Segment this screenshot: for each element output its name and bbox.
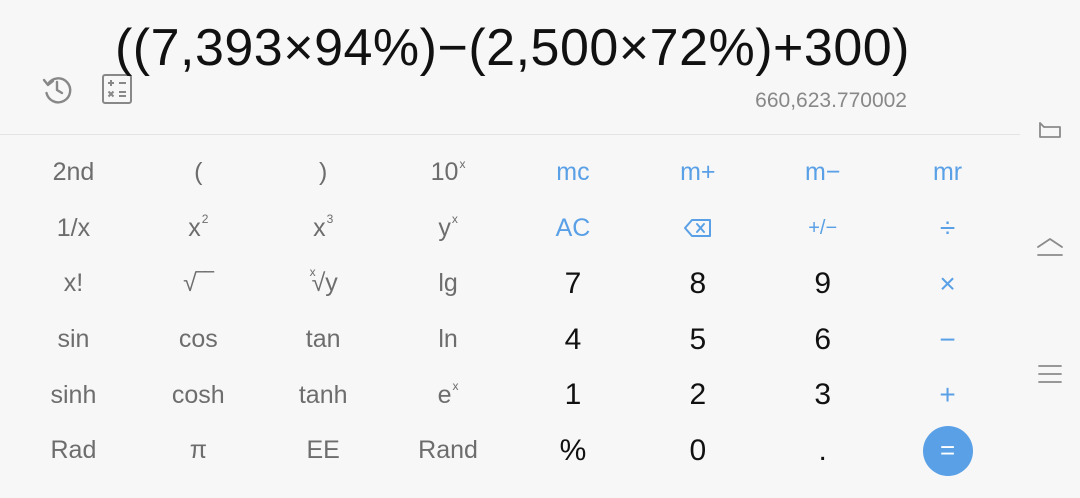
digit-7-button[interactable]: 7 [511, 256, 636, 312]
ee-button[interactable]: EE [261, 423, 386, 479]
exp-exponent: x [452, 379, 459, 394]
all-clear-button[interactable]: AC [511, 201, 636, 257]
memory-add-button[interactable]: m+ [635, 145, 760, 201]
multiply-button[interactable]: × [885, 256, 1010, 312]
history-icon [42, 77, 72, 104]
cube-base: x [313, 213, 326, 242]
ten-power-exponent: x [459, 156, 466, 171]
sin-button[interactable]: sin [11, 312, 136, 368]
display-panel: ((7,393×94%)−(2,500×72%)+300) 660,623.77… [0, 0, 1020, 135]
home-button[interactable] [1032, 230, 1068, 266]
sinh-button[interactable]: sinh [11, 367, 136, 423]
plus-button[interactable]: + [885, 367, 1010, 423]
ten-power-base: 10 [430, 158, 459, 187]
back-icon [1039, 122, 1061, 138]
menu-icon [1038, 365, 1062, 383]
digit-0-button[interactable]: 0 [635, 423, 760, 479]
digit-1-button[interactable]: 1 [511, 367, 636, 423]
backspace-icon [683, 219, 711, 238]
divide-button[interactable]: ÷ [885, 201, 1010, 257]
equals-label: = [922, 425, 973, 476]
keypad: 2nd ( ) 10 x mc m+ m− mr 1/x x2 x3 yx AC … [11, 145, 1010, 479]
plus-minus-button[interactable]: +/− [760, 201, 885, 257]
history-button[interactable] [40, 72, 74, 106]
square-button[interactable]: x2 [136, 201, 261, 257]
root-index: x [309, 264, 316, 279]
home-icon [1037, 238, 1063, 256]
ten-power-button[interactable]: 10 x [386, 145, 511, 201]
nth-root-button[interactable]: x √ y [261, 256, 386, 312]
digit-8-button[interactable]: 8 [635, 256, 760, 312]
second-function-button[interactable]: 2nd [11, 145, 136, 201]
power-exponent: x [451, 212, 458, 227]
memory-recall-button[interactable]: mr [885, 145, 1010, 201]
log10-button[interactable]: lg [386, 256, 511, 312]
expression-display: ((7,393×94%)−(2,500×72%)+300) [114, 19, 910, 77]
open-paren-button[interactable]: ( [136, 145, 261, 201]
square-root-button[interactable]: √‾‾ [136, 256, 261, 312]
backspace-button[interactable] [635, 201, 760, 257]
tanh-button[interactable]: tanh [261, 367, 386, 423]
system-navigation-bar [1020, 0, 1080, 498]
reciprocal-button[interactable]: 1/x [11, 201, 136, 257]
equals-button[interactable]: = [885, 423, 1010, 479]
random-button[interactable]: Rand [386, 423, 511, 479]
root-base: y [325, 269, 338, 298]
cube-exponent: 3 [326, 212, 334, 227]
decimal-point-button[interactable]: . [760, 423, 885, 479]
cube-button[interactable]: x3 [261, 201, 386, 257]
digit-9-button[interactable]: 9 [760, 256, 885, 312]
back-button[interactable] [1032, 112, 1068, 148]
power-button[interactable]: yx [386, 201, 511, 257]
minus-button[interactable]: − [885, 312, 1010, 368]
power-base: y [438, 213, 451, 242]
tan-button[interactable]: tan [261, 312, 386, 368]
rad-deg-toggle[interactable]: Rad [11, 423, 136, 479]
result-preview: 660,623.770002 [755, 89, 907, 112]
percent-button[interactable]: % [511, 423, 636, 479]
digit-6-button[interactable]: 6 [760, 312, 885, 368]
square-base: x [188, 213, 201, 242]
ln-button[interactable]: ln [386, 312, 511, 368]
exp-base: e [437, 380, 452, 409]
menu-button[interactable] [1032, 356, 1068, 392]
factorial-button[interactable]: x! [11, 256, 136, 312]
close-paren-button[interactable]: ) [261, 145, 386, 201]
digit-5-button[interactable]: 5 [635, 312, 760, 368]
digit-3-button[interactable]: 3 [760, 367, 885, 423]
memory-subtract-button[interactable]: m− [760, 145, 885, 201]
square-exponent: 2 [201, 212, 209, 227]
digit-2-button[interactable]: 2 [635, 367, 760, 423]
cos-button[interactable]: cos [136, 312, 261, 368]
cosh-button[interactable]: cosh [136, 367, 261, 423]
pi-button[interactable]: π [136, 423, 261, 479]
exp-button[interactable]: ex [386, 367, 511, 423]
digit-4-button[interactable]: 4 [511, 312, 636, 368]
memory-clear-button[interactable]: mc [511, 145, 636, 201]
